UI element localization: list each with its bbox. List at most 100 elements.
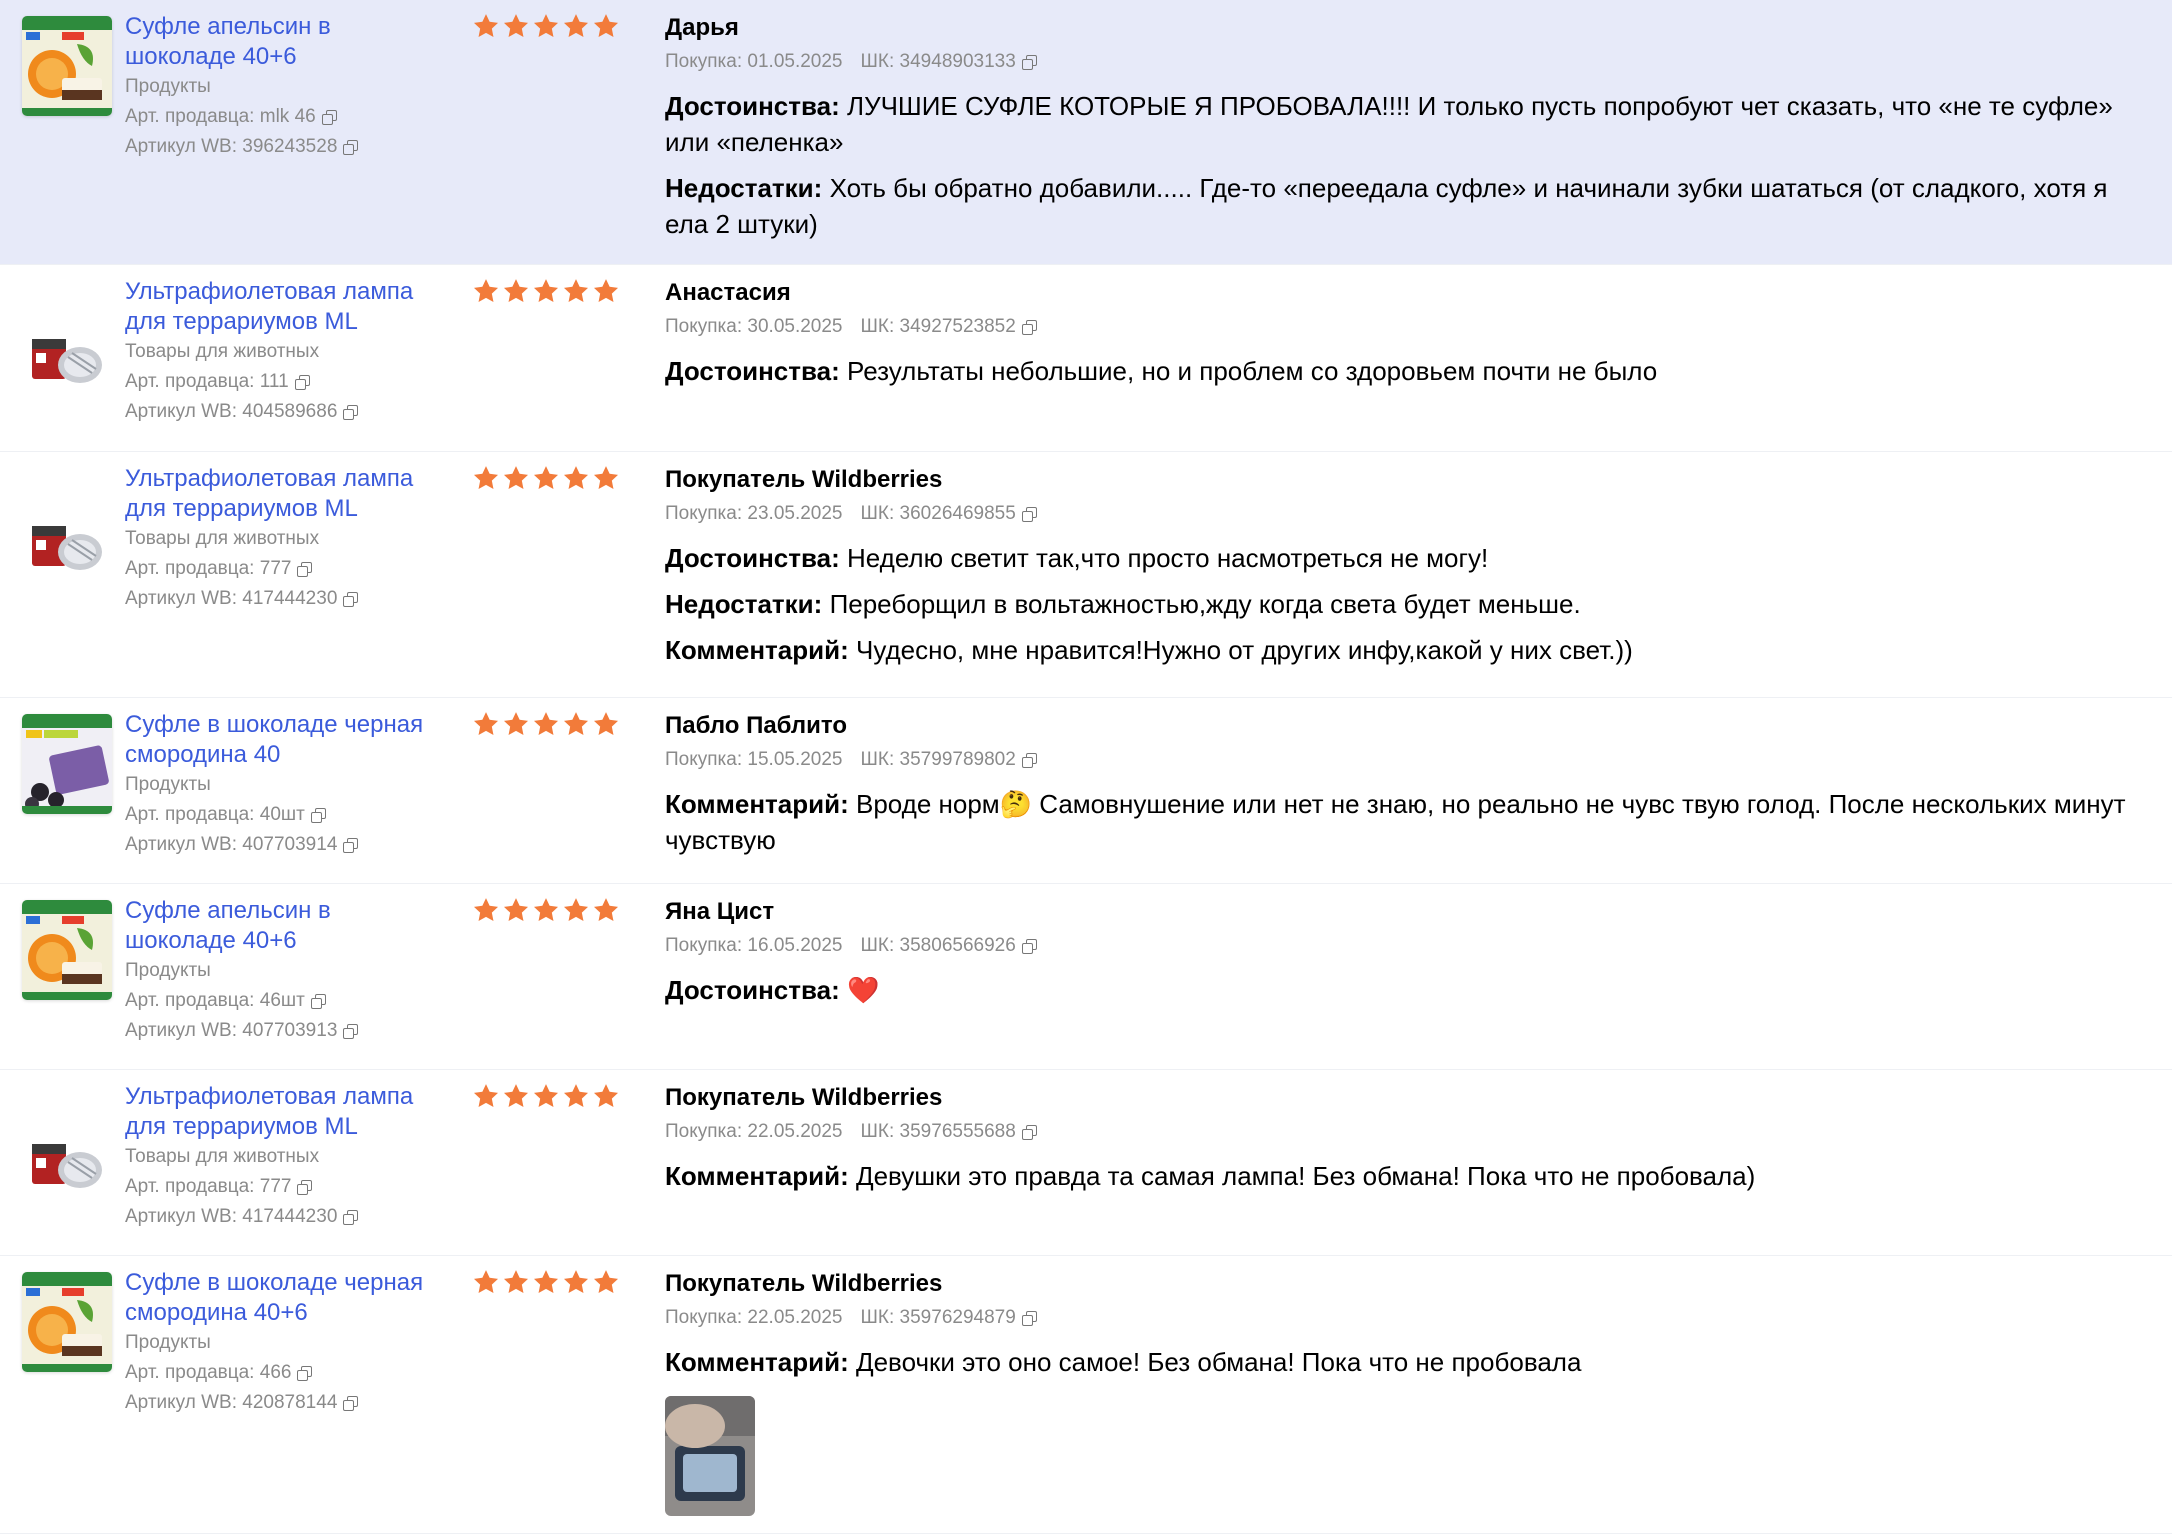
wb-article-label: Артикул WB: xyxy=(125,1020,237,1041)
wb-article: Артикул WB: 396243528 xyxy=(125,132,445,162)
copy-icon[interactable] xyxy=(343,592,359,607)
star-icon xyxy=(533,712,559,735)
sk-value: 35799789802 xyxy=(899,749,1016,770)
product-thumbnail[interactable] xyxy=(22,16,112,116)
review-author: Анастасия xyxy=(665,279,791,306)
copy-icon[interactable] xyxy=(297,1366,313,1381)
rating-stars xyxy=(472,1268,620,1296)
copy-icon[interactable] xyxy=(1021,939,1037,954)
rating-stars xyxy=(472,277,620,305)
star-icon xyxy=(593,1270,619,1293)
review-comment: Комментарий: Вроде норм🤔 Самовнушение ил… xyxy=(665,786,2145,858)
star-icon xyxy=(563,1084,589,1107)
purchase-info: Покупка: 22.05.2025 ШК: 35976294879 xyxy=(665,1302,2145,1334)
review-row[interactable]: Ультрафиолетовая лампа для террариумов M… xyxy=(0,452,2172,698)
wb-article: Артикул WB: 404589686 xyxy=(125,397,445,427)
star-icon xyxy=(593,712,619,735)
purchase-info: Покупка: 16.05.2025 ШК: 35806566926 xyxy=(665,930,2145,962)
review-pros-text: Неделю светит так,что просто насмотретьс… xyxy=(847,543,1489,573)
review-row[interactable]: Суфле апельсин в шоколаде 40+6 Продукты Ар… xyxy=(0,884,2172,1070)
sk-label: ШК: xyxy=(860,503,895,524)
copy-icon[interactable] xyxy=(343,405,359,420)
star-icon xyxy=(533,1084,559,1107)
review-content: Покупатель Wildberries Покупка: 22.05.202… xyxy=(665,1268,2145,1516)
copy-icon[interactable] xyxy=(297,1180,313,1195)
product-category: Продукты xyxy=(125,1332,211,1353)
star-icon xyxy=(563,1270,589,1293)
copy-icon[interactable] xyxy=(343,1396,359,1411)
product-name-link[interactable]: Суфле апельсин в шоколаде 40+6 xyxy=(125,12,445,72)
wb-article: Артикул WB: 420878144 xyxy=(125,1388,445,1418)
purchase-info: Покупка: 01.05.2025 ШК: 34948903133 xyxy=(665,46,2145,78)
product-thumbnail[interactable] xyxy=(22,714,112,814)
seller-article-value: 46шт xyxy=(259,990,305,1011)
wb-article-value: 417444230 xyxy=(242,588,338,609)
copy-icon[interactable] xyxy=(343,838,359,853)
seller-article: Арт. продавца: mlk 46 xyxy=(125,102,445,132)
star-icon xyxy=(533,898,559,921)
product-thumbnail[interactable] xyxy=(22,1110,112,1210)
star-icon xyxy=(533,279,559,302)
copy-icon[interactable] xyxy=(294,375,310,390)
product-name-link[interactable]: Суфле апельсин в шоколаде 40+6 xyxy=(125,896,445,956)
product-info: Суфле в шоколаде черная смородина 40+6 Пр… xyxy=(125,1268,445,1418)
product-name-link[interactable]: Суфле в шоколаде черная смородина 40+6 xyxy=(125,1268,445,1328)
seller-article-label: Арт. продавца: xyxy=(125,990,255,1011)
copy-icon[interactable] xyxy=(343,1210,359,1225)
star-icon xyxy=(533,14,559,37)
seller-article: Арт. продавца: 777 xyxy=(125,1172,445,1202)
purchase-date: 15.05.2025 xyxy=(747,749,843,770)
review-row[interactable]: Суфле в шоколаде черная смородина 40 Прод… xyxy=(0,698,2172,884)
purchase-info: Покупка: 23.05.2025 ШК: 36026469855 xyxy=(665,498,2145,530)
review-comment: Комментарий: Девушки это правда та самая… xyxy=(665,1158,2145,1194)
review-row[interactable]: Ультрафиолетовая лампа для террариумов M… xyxy=(0,1070,2172,1256)
copy-icon[interactable] xyxy=(1021,55,1037,70)
copy-icon[interactable] xyxy=(343,140,359,155)
copy-icon[interactable] xyxy=(310,808,326,823)
copy-icon[interactable] xyxy=(1021,753,1037,768)
product-thumbnail[interactable] xyxy=(22,900,112,1000)
rating-stars xyxy=(472,896,620,924)
product-thumbnail[interactable] xyxy=(22,1272,112,1372)
wb-article-value: 407703913 xyxy=(242,1020,338,1041)
copy-icon[interactable] xyxy=(1021,320,1037,335)
copy-icon[interactable] xyxy=(343,1024,359,1039)
product-name-link[interactable]: Ультрафиолетовая лампа для террариумов M… xyxy=(125,1082,445,1142)
review-author: Дарья xyxy=(665,14,739,41)
review-content: Дарья Покупка: 01.05.2025 ШК: 34948903133 Д… xyxy=(665,12,2145,242)
product-name-link[interactable]: Ультрафиолетовая лампа для террариумов M… xyxy=(125,277,445,337)
review-cons: Недостатки: Переборщил в вольтажностью,ж… xyxy=(665,586,2145,622)
sk-label: ШК: xyxy=(860,1307,895,1328)
product-name-link[interactable]: Ультрафиолетовая лампа для террариумов M… xyxy=(125,464,445,524)
product-name-link[interactable]: Суфле в шоколаде черная смородина 40 xyxy=(125,710,445,770)
copy-icon[interactable] xyxy=(1021,1125,1037,1140)
product-thumbnail[interactable] xyxy=(22,305,112,405)
copy-icon[interactable] xyxy=(321,110,337,125)
sk-value: 34948903133 xyxy=(899,51,1016,72)
star-icon xyxy=(473,1084,499,1107)
star-icon xyxy=(503,898,529,921)
sk-label: ШК: xyxy=(860,749,895,770)
review-row[interactable]: Ультрафиолетовая лампа для террариумов M… xyxy=(0,265,2172,452)
review-content: Покупатель Wildberries Покупка: 23.05.202… xyxy=(665,464,2145,668)
copy-icon[interactable] xyxy=(297,562,313,577)
review-row[interactable]: Суфле апельсин в шоколаде 40+6 Продукты Ар… xyxy=(0,0,2172,265)
review-pros-label: Достоинства: xyxy=(665,91,840,121)
purchase-label: Покупка: xyxy=(665,1121,743,1142)
copy-icon[interactable] xyxy=(1021,1311,1037,1326)
review-pros: Достоинства: Результаты небольшие, но и … xyxy=(665,353,2145,389)
seller-article-value: 777 xyxy=(259,1176,292,1197)
star-icon xyxy=(533,466,559,489)
wb-article-label: Артикул WB: xyxy=(125,1206,237,1227)
seller-article-value: 777 xyxy=(259,558,292,579)
review-photo[interactable] xyxy=(665,1396,755,1516)
wb-article-value: 420878144 xyxy=(242,1392,338,1413)
star-icon xyxy=(593,14,619,37)
copy-icon[interactable] xyxy=(310,994,326,1009)
copy-icon[interactable] xyxy=(1021,507,1037,522)
seller-article-label: Арт. продавца: xyxy=(125,1176,255,1197)
product-info: Суфле апельсин в шоколаде 40+6 Продукты Ар… xyxy=(125,896,445,1046)
product-thumbnail[interactable] xyxy=(22,492,112,592)
wb-article: Артикул WB: 417444230 xyxy=(125,584,445,614)
review-row[interactable]: Суфле в шоколаде черная смородина 40+6 Пр… xyxy=(0,1256,2172,1534)
